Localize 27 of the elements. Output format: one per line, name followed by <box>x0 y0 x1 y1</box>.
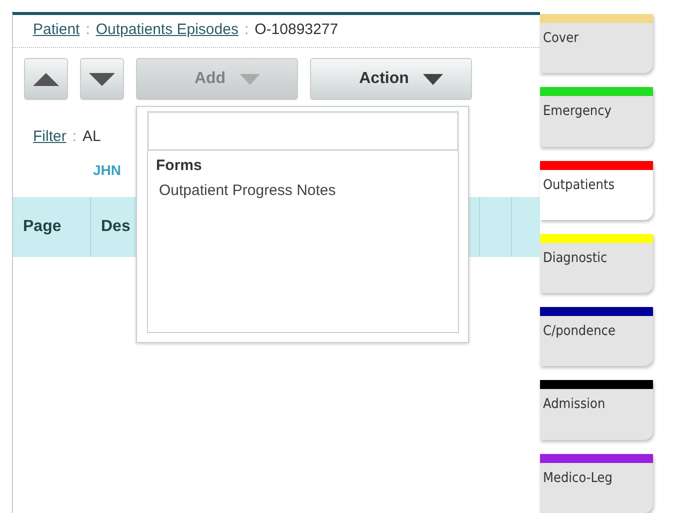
section-tab[interactable]: Emergency <box>540 87 653 147</box>
section-tab[interactable]: Cover <box>540 14 653 74</box>
caret-icon <box>422 74 443 84</box>
episode-id: O-10893277 <box>254 21 338 38</box>
breadcrumb-link[interactable]: Outpatients Episodes <box>96 21 238 38</box>
filter-subvalue: JHN <box>93 162 122 178</box>
search-field[interactable] <box>147 111 459 151</box>
filter-separator: : <box>72 128 77 145</box>
section-tab[interactable]: Outpatients <box>540 160 653 220</box>
section-tab[interactable]: Medico-Leg <box>540 454 653 513</box>
column-header[interactable]: Page <box>13 197 91 257</box>
down-triangle-icon <box>88 72 116 86</box>
filter-link[interactable]: Filter <box>33 128 66 145</box>
group-heading: Forms <box>156 157 203 174</box>
menu-item[interactable]: Outpatient Progress Notes <box>156 182 450 199</box>
move-up-button[interactable] <box>24 58 68 100</box>
menu-button[interactable]: Action <box>310 58 472 100</box>
move-down-button[interactable] <box>80 58 124 100</box>
breadcrumb-link[interactable]: Patient <box>33 21 80 38</box>
caret-icon <box>240 74 260 84</box>
filter-value: AL <box>82 128 101 145</box>
section-tab[interactable]: C/pondence <box>540 307 653 366</box>
breadcrumb-separator: : <box>86 21 90 38</box>
section-tab[interactable]: Diagnostic <box>540 234 653 294</box>
section-tab[interactable]: Admission <box>540 380 653 440</box>
up-triangle-icon <box>32 72 60 86</box>
breadcrumb-separator: : <box>244 21 249 38</box>
